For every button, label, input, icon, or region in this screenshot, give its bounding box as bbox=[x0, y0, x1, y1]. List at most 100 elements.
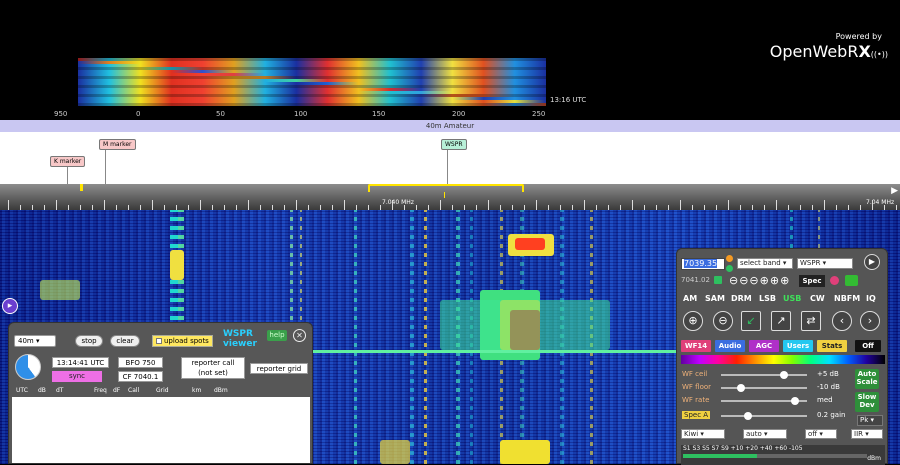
close-icon[interactable]: ✕ bbox=[293, 329, 306, 342]
slider-knob[interactable] bbox=[744, 412, 753, 420]
waterfall-signal bbox=[40, 280, 80, 300]
mini-waterfall-scale: 950 0 50 100 150 200 250 bbox=[40, 108, 560, 120]
mode-button-sam[interactable]: SAM bbox=[705, 294, 725, 303]
s-meter-track bbox=[757, 454, 867, 458]
bookmark-line bbox=[447, 150, 448, 184]
zoom-in-icon[interactable]: ⊕ bbox=[683, 311, 703, 331]
wspr-title-line: WSPR bbox=[223, 329, 253, 339]
reporter-call-value: (not set) bbox=[198, 369, 228, 377]
zoom-full-icon[interactable]: ↗ bbox=[771, 311, 791, 331]
tab-wf14[interactable]: WF14 bbox=[681, 340, 711, 352]
frequency-input[interactable]: 7039.35 bbox=[681, 258, 725, 270]
spots-table-header: UTC dB dT Freq dF Call Grid km dBm bbox=[12, 387, 310, 397]
band-select[interactable]: select band ▾ bbox=[737, 258, 793, 269]
reporter-call-field[interactable]: reporter call (not set) bbox=[181, 357, 245, 379]
mute-icon[interactable] bbox=[845, 275, 858, 286]
lock-icon[interactable] bbox=[714, 276, 722, 284]
bookmark-wspr[interactable]: WSPR bbox=[441, 139, 467, 150]
passband-center-marker bbox=[444, 192, 445, 198]
scale-right-label: 7.04 MHz bbox=[866, 199, 895, 206]
frequency-value: 7039.35 bbox=[684, 259, 718, 268]
scale-tick bbox=[680, 200, 681, 210]
auto-scale-button[interactable]: Auto Scale bbox=[855, 369, 879, 389]
scale-tick bbox=[776, 200, 777, 210]
slider-knob[interactable] bbox=[779, 371, 788, 379]
wspr-title: WSPR viewer bbox=[223, 329, 257, 349]
freq-step-up-icon[interactable] bbox=[726, 255, 733, 262]
stop-button[interactable]: stop bbox=[75, 335, 103, 347]
slider-knob[interactable] bbox=[736, 384, 745, 392]
preset-select[interactable]: Kiwi ▾ bbox=[681, 429, 725, 439]
mode-button-cw[interactable]: CW bbox=[810, 294, 825, 303]
tab-stats[interactable]: Stats bbox=[817, 340, 847, 352]
column-header: dT bbox=[56, 387, 64, 394]
column-header: Call bbox=[128, 387, 140, 394]
scale-tick bbox=[296, 200, 297, 210]
mini-scale-label: 200 bbox=[452, 110, 466, 118]
panel-toggle-icon[interactable]: ▸ bbox=[2, 298, 18, 314]
agc-select[interactable]: auto ▾ bbox=[743, 429, 787, 439]
bookmark-line bbox=[67, 166, 68, 184]
swap-icon[interactable]: ⇄ bbox=[801, 311, 821, 331]
tab-audio[interactable]: Audio bbox=[715, 340, 745, 352]
spots-list[interactable] bbox=[12, 397, 310, 463]
slider-label: Spec A bbox=[682, 411, 711, 419]
step-left-icon[interactable]: ‹ bbox=[832, 311, 852, 331]
tuning-marker bbox=[80, 184, 83, 191]
scale-tick bbox=[392, 200, 393, 210]
clear-button[interactable]: clear bbox=[110, 335, 140, 347]
mode-button-nbfm[interactable]: NBFM bbox=[834, 294, 860, 303]
pk-select[interactable]: Pk ▾ bbox=[857, 415, 883, 426]
zoom-out-icon[interactable]: ⊖ bbox=[713, 311, 733, 331]
extension-select[interactable]: WSPR ▾ bbox=[797, 258, 853, 269]
slider-track[interactable] bbox=[721, 384, 807, 392]
s-meter-scale: S1 S3 S5 S7 S9 +10 +20 +40 +60 -105 bbox=[683, 445, 803, 452]
openwebrx-logo[interactable]: OpenWebRX((•)) bbox=[770, 42, 888, 61]
slow-dev-button[interactable]: Slow Dev bbox=[855, 392, 879, 412]
tab-agc[interactable]: AGC bbox=[749, 340, 779, 352]
checkbox-icon[interactable] bbox=[156, 338, 162, 344]
colormap-bar bbox=[681, 355, 885, 364]
sync-status: sync bbox=[52, 371, 102, 382]
record-icon[interactable] bbox=[830, 276, 839, 285]
reporter-grid-field[interactable]: reporter grid bbox=[250, 363, 308, 374]
scale-tick bbox=[8, 200, 9, 210]
step-right-icon[interactable]: › bbox=[860, 311, 880, 331]
slider-label: WF ceil bbox=[682, 370, 708, 378]
slider-track[interactable] bbox=[721, 371, 807, 379]
mode-button-lsb[interactable]: LSB bbox=[759, 294, 776, 303]
help-button[interactable]: help bbox=[267, 330, 287, 341]
scale-tick bbox=[536, 200, 537, 210]
scroll-right-icon[interactable]: ▶ bbox=[891, 186, 898, 196]
wspr-band-select[interactable]: 40m ▾ bbox=[14, 335, 56, 347]
bookmark-k-marker[interactable]: K marker bbox=[50, 156, 86, 167]
scale-tick bbox=[440, 200, 441, 210]
slider-value: +5 dB bbox=[817, 370, 839, 378]
mode-button-am[interactable]: AM bbox=[683, 294, 697, 303]
scale-tick bbox=[152, 200, 153, 210]
slider-track[interactable] bbox=[721, 397, 807, 405]
cycle-progress-icon bbox=[15, 354, 41, 380]
column-header: dF bbox=[113, 387, 121, 394]
zoom-max-icon[interactable]: ↙ bbox=[741, 311, 761, 331]
column-header: dB bbox=[38, 387, 46, 394]
passband-indicator[interactable] bbox=[368, 184, 524, 192]
spec-button[interactable]: Spec bbox=[799, 275, 825, 287]
tab-off[interactable]: Off bbox=[855, 340, 881, 352]
mode-button-iq[interactable]: IQ bbox=[866, 294, 876, 303]
slider-knob[interactable] bbox=[791, 397, 800, 405]
band-bar[interactable]: 40m Amateur bbox=[0, 120, 900, 132]
upload-spots-checkbox[interactable]: upload spots bbox=[152, 335, 213, 347]
mode-button-drm[interactable]: DRM bbox=[731, 294, 752, 303]
tab-users[interactable]: Users bbox=[783, 340, 813, 352]
play-icon[interactable]: ▶ bbox=[864, 254, 880, 270]
zoom-step-buttons[interactable]: ⊖⊖⊖⊕⊕⊕ bbox=[729, 274, 790, 287]
waterfall-signal bbox=[500, 440, 550, 464]
bookmark-m-marker[interactable]: M marker bbox=[99, 139, 136, 150]
waterfall-signal bbox=[170, 250, 184, 280]
squelch-select[interactable]: off ▾ bbox=[805, 429, 837, 439]
slider-track[interactable] bbox=[721, 412, 807, 420]
filter-select[interactable]: IIR ▾ bbox=[851, 429, 883, 439]
freq-step-down-icon[interactable] bbox=[726, 265, 733, 272]
mode-button-usb[interactable]: USB bbox=[783, 294, 801, 303]
